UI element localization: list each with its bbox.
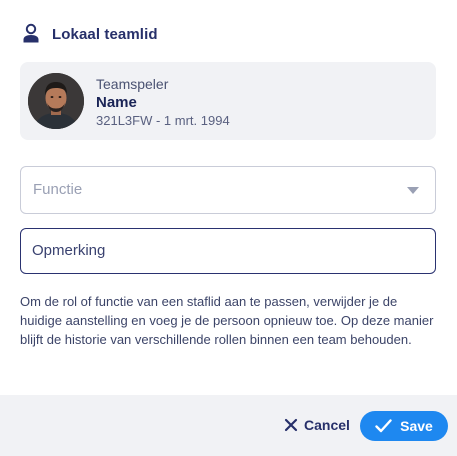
cancel-button[interactable]: Cancel (280, 412, 354, 438)
dialog-header: Lokaal teamlid (20, 22, 158, 46)
player-card: Teamspeler Name 321L3FW - 1 mrt. 1994 (20, 62, 436, 140)
chevron-down-icon (407, 187, 419, 194)
dialog-title: Lokaal teamlid (52, 25, 158, 43)
help-text: Om de rol of functie van een staflid aan… (20, 294, 434, 347)
dialog-footer: Cancel Save (0, 395, 457, 456)
function-select[interactable]: Functie (20, 166, 436, 214)
player-meta: 321L3FW - 1 mrt. 1994 (96, 113, 230, 128)
avatar (28, 73, 84, 129)
person-pin-icon (20, 23, 42, 45)
function-select-placeholder: Functie (33, 181, 83, 198)
save-label: Save (400, 418, 433, 434)
remark-input[interactable] (32, 229, 412, 272)
check-icon (375, 419, 392, 433)
player-info: Teamspeler Name 321L3FW - 1 mrt. 1994 (96, 76, 230, 129)
player-name: Name (96, 94, 137, 111)
remark-field[interactable] (20, 228, 436, 274)
player-role: Teamspeler (96, 76, 169, 92)
cancel-label: Cancel (304, 417, 350, 433)
save-button[interactable]: Save (360, 411, 448, 441)
close-icon (284, 418, 298, 432)
